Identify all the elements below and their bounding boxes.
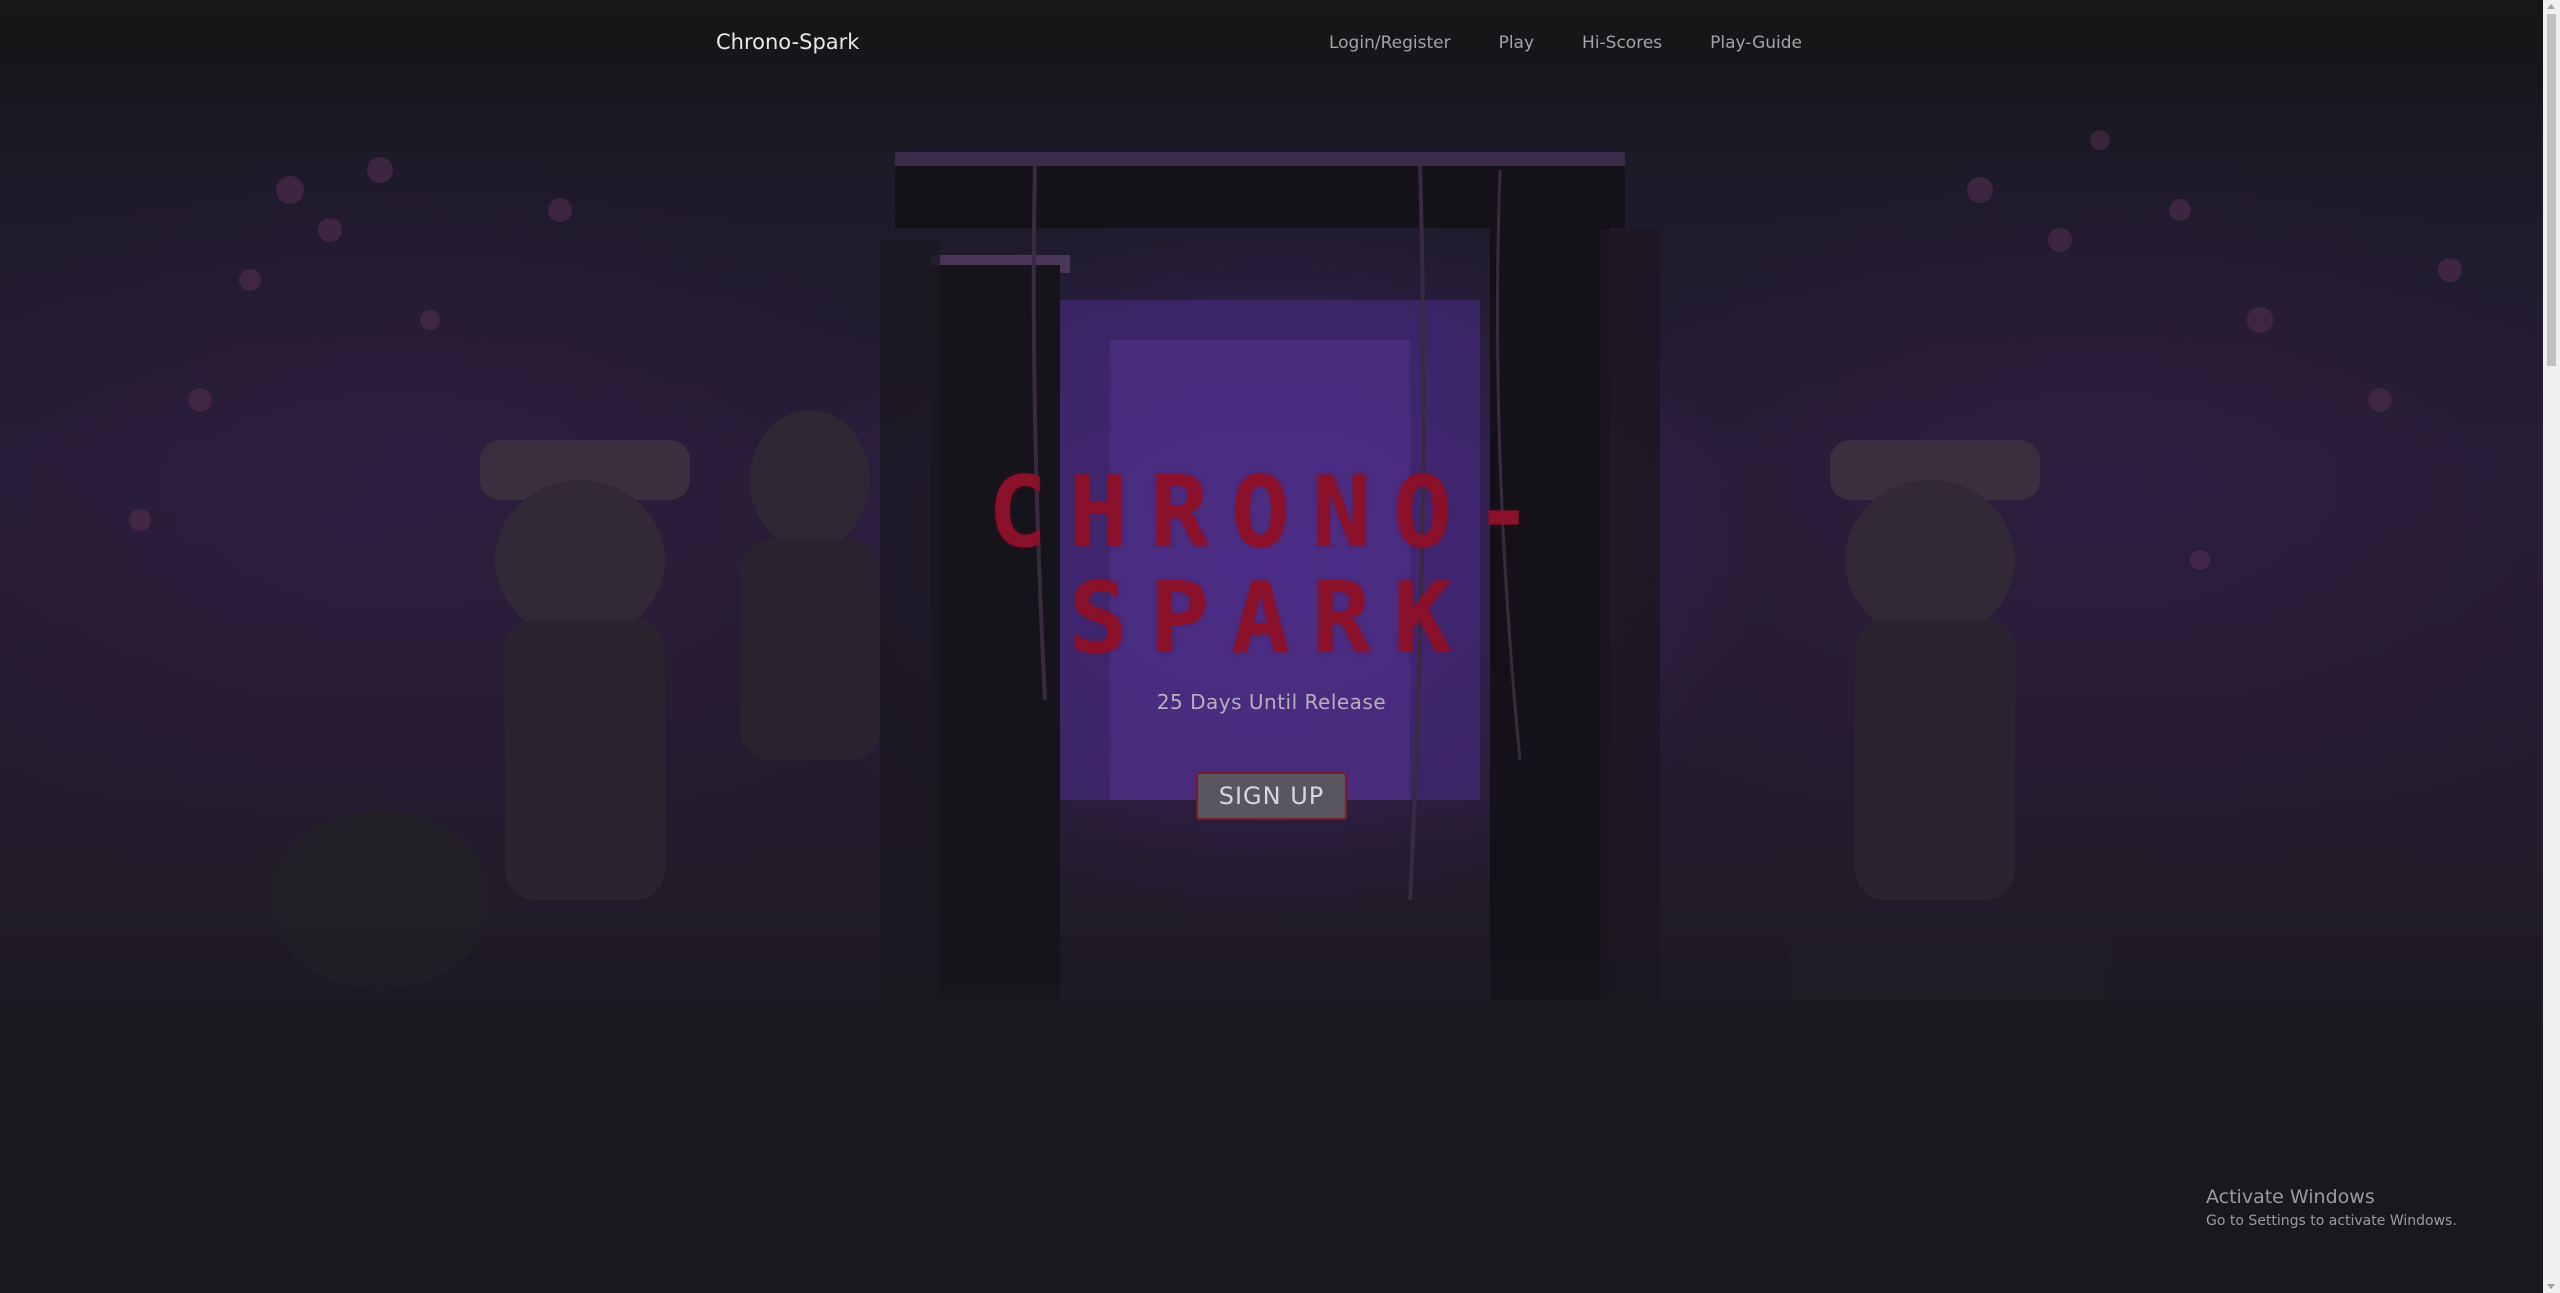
- scrollbar-thumb[interactable]: [2547, 14, 2556, 366]
- release-countdown: 25 Days Until Release: [1156, 690, 1387, 714]
- watermark-subtitle: Go to Settings to activate Windows.: [2206, 1213, 2457, 1229]
- navbar: Chrono-Spark Login/Register Play Hi-Scor…: [0, 0, 2543, 88]
- bottom-fade: [0, 910, 2543, 1130]
- nav-login-register[interactable]: Login/Register: [1329, 33, 1451, 53]
- nav-play-guide[interactable]: Play-Guide: [1710, 33, 1802, 53]
- scroll-up-arrow-icon[interactable]: [2547, 4, 2555, 9]
- nav-hi-scores[interactable]: Hi-Scores: [1582, 33, 1662, 53]
- hero-title: CHRONO-SPARK: [987, 456, 1555, 676]
- vertical-scrollbar[interactable]: [2543, 0, 2560, 1293]
- nav-play[interactable]: Play: [1499, 33, 1534, 53]
- sign-up-button[interactable]: SIGN UP: [1195, 772, 1348, 820]
- watermark-title: Activate Windows: [2206, 1186, 2375, 1208]
- windows-activation-watermark: Activate Windows Go to Settings to activ…: [2206, 1186, 2457, 1229]
- brand-link[interactable]: Chrono-Spark: [716, 30, 859, 54]
- nav-links: Login/Register Play Hi-Scores Play-Guide: [1329, 33, 1802, 53]
- hero-content: CHRONO-SPARK 25 Days Until Release SIGN …: [0, 460, 2543, 820]
- page: Chrono-Spark Login/Register Play Hi-Scor…: [0, 0, 2560, 1293]
- scroll-down-arrow-icon[interactable]: [2547, 1284, 2555, 1289]
